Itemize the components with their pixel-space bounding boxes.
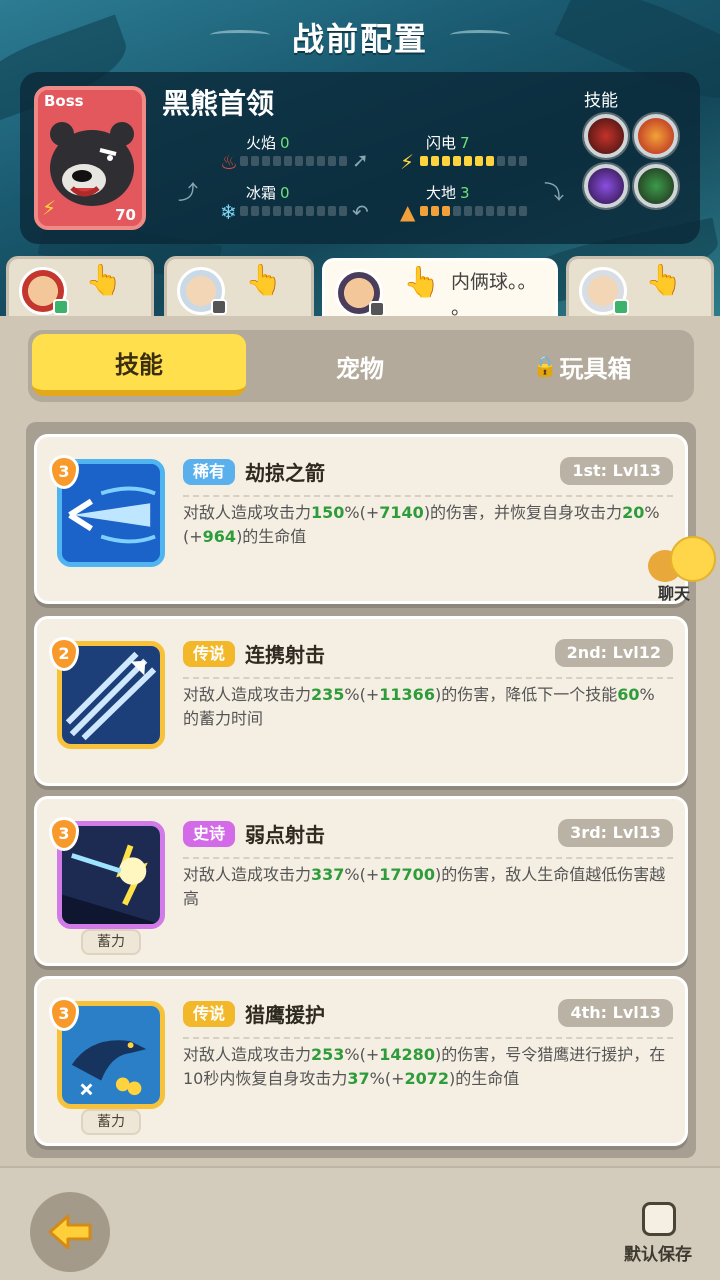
element-fire: 火焰 0 ♨ xyxy=(220,132,370,174)
skill-description: 对敌人造成攻击力235%(+11366)的伤害，降低下一个技能60%的蓄力时间 xyxy=(183,685,655,728)
skill-description: 对敌人造成攻击力253%(+14280)的伤害，号令猎鹰进行援护，在10秒内恢复… xyxy=(183,1045,666,1088)
element-earth: 大地 3 ▲ xyxy=(400,182,550,224)
hero-tab-1[interactable]: 👆 xyxy=(6,256,154,322)
hero-tab-4[interactable]: 👆 xyxy=(566,256,714,322)
boss-skill-roar-icon[interactable] xyxy=(634,114,678,158)
rarity-badge: 传说 xyxy=(183,1001,236,1027)
chat-badge-icon xyxy=(211,299,227,315)
earth-bar xyxy=(420,206,527,216)
tab-skills[interactable]: 技能 xyxy=(32,334,246,396)
skill-card[interactable]: 3 稀有 劫掠之箭 1st: Lvl13 对敌人造成攻击力150%(+7140)… xyxy=(34,434,688,604)
element-frost: 冰霜 0 ❄ xyxy=(220,182,370,224)
boss-skill-rage-icon[interactable] xyxy=(634,164,678,208)
black-bear-portrait xyxy=(50,122,134,206)
lightning-icon: ⚡ xyxy=(42,196,57,220)
cycle-arrow-icon: ➚ xyxy=(352,148,369,172)
cycle-arrow-icon: ⤴ xyxy=(178,180,198,204)
frost-icon: ❄ xyxy=(220,200,237,224)
skill-card[interactable]: 3 蓄力 史诗 弱点射击 3rd: Lvl13 对敌人造成攻击力337%(+17… xyxy=(34,796,688,966)
tap-hand-icon: 👆 xyxy=(645,263,683,298)
element-lightning: 闪电 7 ⚡ xyxy=(400,132,550,174)
skill-name: 猎鹰援护 xyxy=(245,1003,325,1027)
lightning-value: 7 xyxy=(460,134,470,152)
skill-name: 连携射击 xyxy=(245,643,325,667)
fire-bar xyxy=(240,156,347,166)
page-title: 战前配置 xyxy=(291,20,428,58)
boss-skill-bite-icon[interactable] xyxy=(584,114,628,158)
skill-description: 对敌人造成攻击力150%(+7140)的伤害，并恢复自身攻击力20%(+964)… xyxy=(183,503,660,546)
boss-tag: Boss xyxy=(44,92,84,110)
earth-icon: ▲ xyxy=(400,200,416,224)
default-save-checkbox[interactable] xyxy=(642,1202,676,1236)
cycle-arrow-icon: ⤵ xyxy=(544,180,564,204)
frost-bar xyxy=(240,206,347,216)
back-button[interactable] xyxy=(30,1192,110,1272)
charge-badge: 蓄力 xyxy=(81,1109,141,1135)
fire-icon: ♨ xyxy=(220,150,238,174)
skill-name: 劫掠之箭 xyxy=(245,461,325,485)
chat-badge-icon xyxy=(613,299,629,315)
chat-badge-icon xyxy=(369,301,385,317)
skill-slot: 3rd: Lvl13 xyxy=(558,819,673,847)
hero-tab-3[interactable]: 👆 内俩球。。 。 xyxy=(322,258,558,324)
rarity-badge: 史诗 xyxy=(183,821,236,847)
boss-skill-shadow-icon[interactable] xyxy=(584,164,628,208)
skill-card[interactable]: 3 蓄力 传说 猎鹰援护 4th: Lvl13 对敌人造成攻击力253%(+14… xyxy=(34,976,688,1146)
skill-name: 弱点射击 xyxy=(245,823,325,847)
earth-value: 3 xyxy=(460,184,470,202)
boss-card[interactable]: Boss ⚡ 70 xyxy=(34,86,146,230)
chat-button[interactable]: 聊天 xyxy=(648,536,720,606)
boss-name: 黑熊首领 xyxy=(162,87,275,120)
boss-level: 70 xyxy=(115,206,136,224)
skill-description: 对敌人造成攻击力337%(+17700)的伤害，敌人生命值越低伤害越高 xyxy=(183,865,666,908)
chat-label: 聊天 xyxy=(658,584,691,603)
boss-panel: Boss ⚡ 70 黑熊首领 火焰 0 ♨ 闪电 7 ⚡ 冰霜 0 ❄ 大地 3 ▲ xyxy=(20,72,700,244)
back-arrow-icon xyxy=(48,1214,92,1250)
tap-hand-icon: 👆 xyxy=(85,263,123,298)
tab-toybox[interactable]: 🔒 玩具箱 xyxy=(476,330,688,402)
frost-value: 0 xyxy=(280,184,290,202)
category-tabs: 技能 宠物 🔒 玩具箱 xyxy=(28,330,694,402)
skill-slot: 4th: Lvl13 xyxy=(558,999,673,1027)
skill-slot: 2nd: Lvl12 xyxy=(554,639,673,667)
rarity-badge: 稀有 xyxy=(183,459,236,485)
charge-badge: 蓄力 xyxy=(81,929,141,955)
footer-bar: 默认保存 xyxy=(0,1166,720,1280)
rarity-badge: 传说 xyxy=(183,641,236,667)
hero-tab-2[interactable]: 👆 xyxy=(164,256,314,322)
skill-card[interactable]: 2 传说 连携射击 2nd: Lvl12 对敌人造成攻击力235%(+11366… xyxy=(34,616,688,786)
lock-icon: 🔒 xyxy=(532,354,558,378)
smiley-icon xyxy=(670,536,716,582)
default-save-label: 默认保存 xyxy=(624,1245,692,1265)
tab-pets[interactable]: 宠物 xyxy=(254,330,466,402)
cycle-arrow-icon: ↶ xyxy=(352,200,369,224)
hero-note: 内俩球。。 。 xyxy=(451,271,537,319)
fire-value: 0 xyxy=(280,134,290,152)
chat-badge-icon xyxy=(53,299,69,315)
lightning-bar xyxy=(420,156,527,166)
boss-skills-label: 技能 xyxy=(584,91,618,111)
lightning-icon: ⚡ xyxy=(400,150,415,174)
tap-hand-icon: 👆 xyxy=(245,263,283,298)
skill-slot: 1st: Lvl13 xyxy=(560,457,673,485)
tap-hand-icon: 👆 xyxy=(403,265,441,300)
